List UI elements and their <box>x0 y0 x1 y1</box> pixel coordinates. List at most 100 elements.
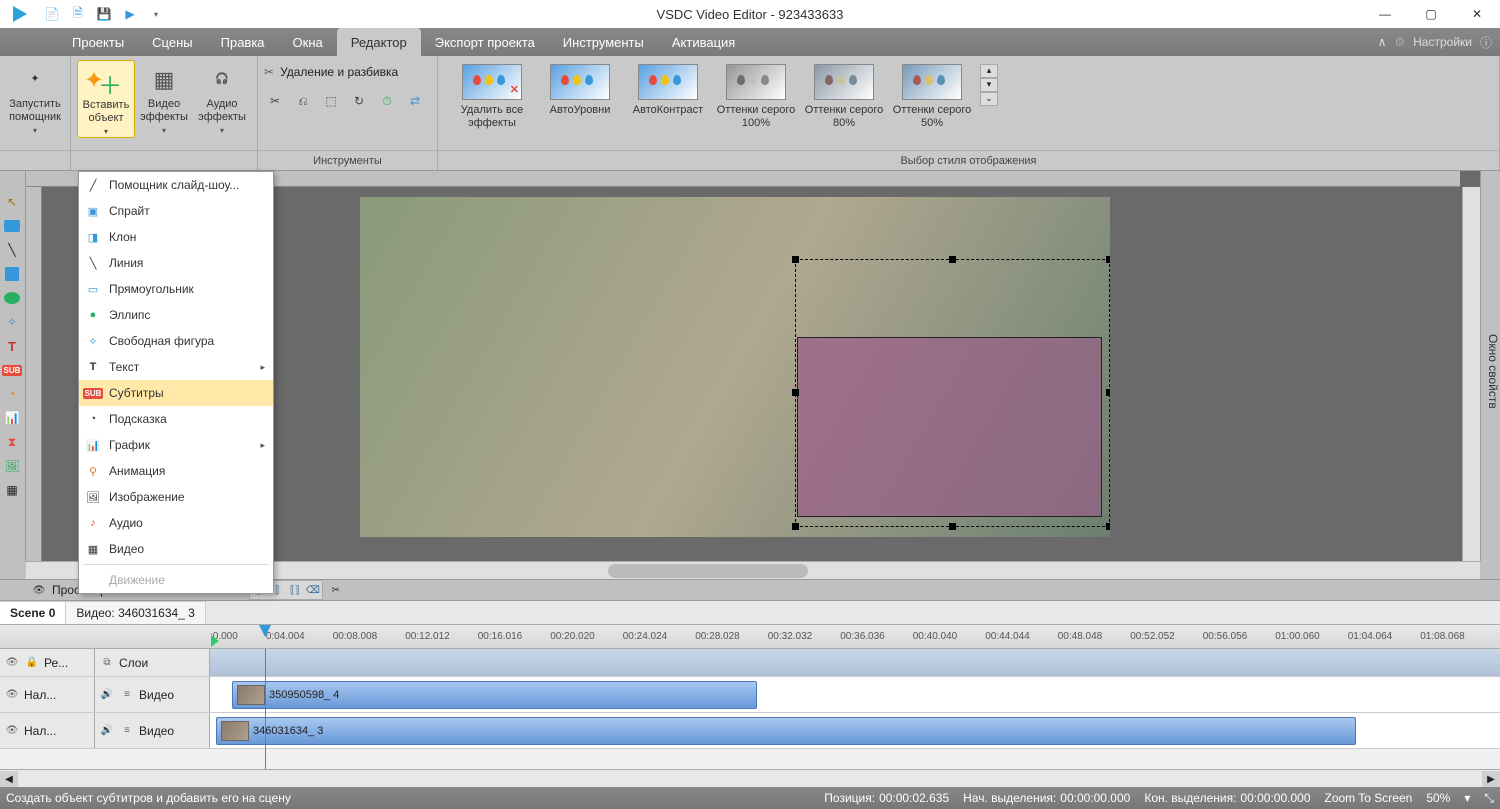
dd-freeform[interactable]: ✧Свободная фигура <box>79 328 273 354</box>
tool-rotate-icon[interactable]: ↻ <box>348 90 370 112</box>
timeline-scrollbar-horizontal[interactable]: ◀ ▶ <box>0 769 1500 787</box>
resize-handle[interactable] <box>949 256 956 263</box>
insert-object-button[interactable]: ✦＋ Вставить объект ▾ <box>77 60 135 138</box>
qat-more-icon[interactable]: ▾ <box>146 4 166 24</box>
tool-reverse-icon[interactable]: ⇄ <box>404 90 426 112</box>
dd-audio[interactable]: ♪Аудио <box>79 510 273 536</box>
eye-icon[interactable]: 👁 <box>4 687 20 703</box>
scroll-left-icon[interactable]: ◀ <box>0 771 18 787</box>
run-assistant-button[interactable]: Запустить помощник ▾ <box>6 60 64 136</box>
marker-clear-icon[interactable]: ⌫ <box>304 581 322 599</box>
dd-clone[interactable]: ◨Клон <box>79 224 273 250</box>
tool-video-icon[interactable]: ▦ <box>0 479 24 501</box>
tab-projects[interactable]: Проекты <box>58 28 138 56</box>
preview-main-video[interactable] <box>360 197 1110 537</box>
help-icon[interactable]: ∧ <box>1378 35 1387 49</box>
lock-icon[interactable]: 🔒 <box>24 655 40 671</box>
tool-cut-icon[interactable]: ✂ <box>264 90 286 112</box>
track-content[interactable]: 346031634_ 3 <box>210 713 1500 748</box>
resize-handle[interactable] <box>1106 389 1110 396</box>
style-gray50[interactable]: Оттенки серого 50% <box>892 64 972 130</box>
style-remove-all[interactable]: ✕Удалить все эффекты <box>452 64 532 130</box>
timeline-tab-video[interactable]: Видео: 346031634_ 3 <box>66 601 205 624</box>
tool-crop-icon[interactable]: ⬚ <box>320 90 342 112</box>
tool-speed-icon[interactable]: ⏱ <box>376 90 398 112</box>
selection-bounding-box[interactable] <box>795 259 1110 527</box>
tool-counter-icon[interactable]: ⧗ <box>0 431 24 453</box>
tool-cursor-icon[interactable]: ↖ <box>0 191 24 213</box>
resize-handle[interactable] <box>1106 523 1110 530</box>
timeline-tab-scene0[interactable]: Scene 0 <box>0 601 66 624</box>
timeline-clip[interactable]: 350950598_ 4 <box>232 681 757 709</box>
minimize-button[interactable]: — <box>1362 0 1408 28</box>
style-gray100[interactable]: Оттенки серого 100% <box>716 64 796 130</box>
resize-handle[interactable] <box>792 256 799 263</box>
dd-image[interactable]: 🖼Изображение <box>79 484 273 510</box>
tool-tooltip-icon[interactable]: ◔ <box>0 383 24 405</box>
maximize-button[interactable]: ▢ <box>1408 0 1454 28</box>
resize-handle[interactable] <box>1106 256 1110 263</box>
zoom-value[interactable]: 50% <box>1426 791 1450 805</box>
qat-new-icon[interactable]: 📄 <box>42 4 62 24</box>
tool-rect-icon[interactable] <box>0 263 24 285</box>
tool-freeform-icon[interactable]: ✧ <box>0 311 24 333</box>
tab-activation[interactable]: Активация <box>658 28 749 56</box>
tool-text-icon[interactable]: T <box>0 335 24 357</box>
dd-subtitles[interactable]: SUBСубтитры <box>79 380 273 406</box>
dd-ellipse[interactable]: ●Эллипс <box>79 302 273 328</box>
properties-panel-tab[interactable]: Окно свойств <box>1480 171 1500 561</box>
gear-icon[interactable]: ⚙ <box>1394 35 1405 49</box>
tool-ellipse-icon[interactable] <box>0 287 24 309</box>
dd-text[interactable]: TТекст▸ <box>79 354 273 380</box>
video-effects-button[interactable]: Видео эффекты ▾ <box>135 60 193 136</box>
dd-tooltip[interactable]: ◔Подсказка <box>79 406 273 432</box>
dd-slideshow[interactable]: ╱Помощник слайд-шоу... <box>79 172 273 198</box>
audio-icon[interactable]: 🔊 <box>99 723 115 739</box>
resize-handle[interactable] <box>792 389 799 396</box>
resize-handle[interactable] <box>792 523 799 530</box>
delete-split-icon[interactable]: ✂ <box>264 65 274 79</box>
tab-export[interactable]: Экспорт проекта <box>421 28 549 56</box>
tool-split-icon[interactable]: ⎌ <box>292 90 314 112</box>
dd-rect[interactable]: ▭Прямоугольник <box>79 276 273 302</box>
fx-icon[interactable]: ≡ <box>119 687 135 703</box>
marker-range-icon[interactable]: ⟦⟧ <box>286 581 304 599</box>
canvas-scrollbar-vertical[interactable] <box>1462 187 1480 561</box>
close-button[interactable]: ✕ <box>1454 0 1500 28</box>
resize-handle[interactable] <box>949 523 956 530</box>
tab-editor[interactable]: Редактор <box>337 28 421 56</box>
style-gray80[interactable]: Оттенки серого 80% <box>804 64 884 130</box>
qat-save-icon[interactable]: 💾 <box>94 4 114 24</box>
audio-effects-button[interactable]: 🎧 Аудио эффекты ▾ <box>193 60 251 136</box>
qat-open-icon[interactable]: 🗎 <box>68 4 88 24</box>
style-gallery-scroll[interactable]: ▴▾⌄ <box>980 64 998 106</box>
playback-cut-icon[interactable]: ✂ <box>327 581 345 599</box>
style-autocontrast[interactable]: АвтоКонтраст <box>628 64 708 117</box>
dd-video[interactable]: ▦Видео <box>79 536 273 562</box>
zoom-dropdown-icon[interactable]: ▾ <box>1464 791 1470 805</box>
info-icon[interactable]: ⓘ <box>1480 34 1492 51</box>
tab-edit[interactable]: Правка <box>207 28 279 56</box>
style-autolevels[interactable]: АвтоУровни <box>540 64 620 117</box>
playhead-line[interactable] <box>265 649 266 769</box>
tab-scenes[interactable]: Сцены <box>138 28 206 56</box>
tool-sprite-icon[interactable] <box>0 215 24 237</box>
tool-image-icon[interactable]: 🖼 <box>0 455 24 477</box>
dd-chart[interactable]: 📊График▸ <box>79 432 273 458</box>
zoom-label[interactable]: Zoom To Screen <box>1325 791 1413 805</box>
track-content[interactable]: 350950598_ 4 <box>210 677 1500 712</box>
dd-animation[interactable]: ⚲Анимация <box>79 458 273 484</box>
tab-windows[interactable]: Окна <box>279 28 337 56</box>
eye-icon[interactable]: 👁 <box>4 655 20 671</box>
tool-chart-icon[interactable]: 📊 <box>0 407 24 429</box>
time-ruler[interactable]: :0.000 0:04.004 00:08.008 00:12.012 00:1… <box>0 625 1500 649</box>
tab-tools[interactable]: Инструменты <box>549 28 658 56</box>
status-resize-icon[interactable]: ⤡ <box>1484 791 1494 806</box>
eye-icon[interactable]: 👁 <box>4 723 20 739</box>
settings-link[interactable]: Настройки <box>1413 35 1472 49</box>
tool-subtitle-icon[interactable]: SUB <box>0 359 24 381</box>
audio-icon[interactable]: 🔊 <box>99 687 115 703</box>
scroll-right-icon[interactable]: ▶ <box>1482 771 1500 787</box>
layer-icon[interactable]: ⧉ <box>99 655 115 671</box>
dd-line[interactable]: ╲Линия <box>79 250 273 276</box>
